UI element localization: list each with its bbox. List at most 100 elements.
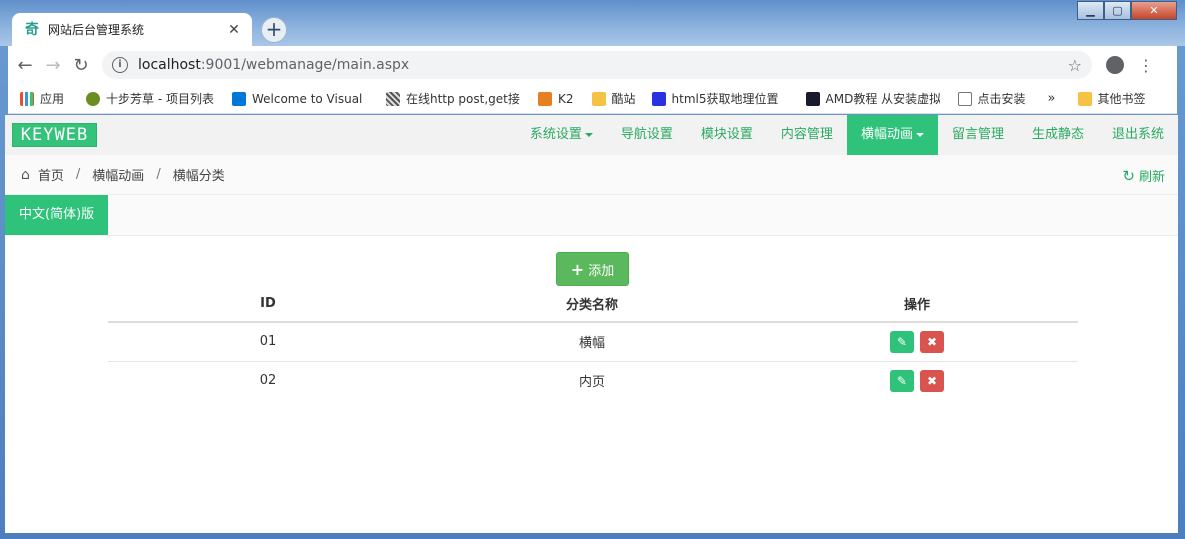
menu-system-settings[interactable]: 系统设置: [516, 115, 607, 155]
menu-label: 模块设置: [700, 127, 753, 142]
cell-ops: ✎ ✖: [756, 322, 1078, 362]
bookmark-other[interactable]: 其他书签: [1077, 90, 1146, 107]
bookmark-label: 在线http post,get接: [405, 92, 520, 106]
bookmark-label: 酷站: [611, 92, 636, 106]
delete-button[interactable]: ✖: [920, 369, 945, 392]
forward-arrow-icon[interactable]: →: [42, 55, 64, 76]
main-menu: 系统设置 导航设置 模块设置 内容管理 横幅动画 留言管理 生成静态 退出系统: [516, 115, 1178, 155]
column-header-name: 分类名称: [428, 286, 756, 323]
bookmark-label: Welcome to Visual: [251, 91, 363, 106]
menu-message-management[interactable]: 留言管理: [938, 115, 1018, 155]
url-host: localhost: [138, 57, 201, 73]
pencil-icon: ✎: [896, 373, 907, 388]
account-avatar-icon[interactable]: [1106, 56, 1124, 74]
bookmark-html5-geo[interactable]: html5获取地理位置: [651, 90, 784, 107]
folder-icon: [1077, 91, 1092, 106]
cell-name: 横幅: [428, 322, 756, 362]
menu-label: 退出系统: [1111, 127, 1164, 142]
menu-generate-static[interactable]: 生成静态: [1018, 115, 1098, 155]
browser-tab[interactable]: 奇 网站后台管理系统 ✕: [12, 13, 252, 46]
pencil-icon: ✎: [896, 334, 907, 349]
address-bar[interactable]: i localhost:9001/webmanage/main.aspx ☆: [102, 51, 1092, 79]
apps-grid-icon: [20, 91, 34, 106]
bookmark-label: html5获取地理位置: [671, 92, 779, 106]
cell-ops: ✎ ✖: [756, 361, 1078, 400]
page-icon: [957, 91, 972, 106]
browser-menu-icon[interactable]: ⋮: [1138, 56, 1154, 75]
bookmark-http-tool[interactable]: 在线http post,get接: [385, 90, 522, 107]
tab-title: 网站后台管理系统: [48, 23, 145, 37]
breadcrumb: ⌂ 首页 / 横幅动画 / 横幅分类 ↻ 刷新: [5, 155, 1178, 195]
edit-button[interactable]: ✎: [889, 369, 914, 392]
column-header-id: ID: [108, 286, 428, 323]
breadcrumb-separator: /: [75, 167, 81, 182]
table-header-row: ID 分类名称 操作: [108, 286, 1078, 323]
add-button[interactable]: + 添加: [556, 252, 629, 286]
cell-id: 01: [108, 322, 428, 362]
close-icon: ✖: [927, 373, 938, 388]
baidu-paw-icon: [651, 91, 666, 106]
language-tabs: 中文(简体)版: [5, 195, 1178, 236]
caret-down-icon: [584, 132, 593, 137]
breadcrumb-banner-animation[interactable]: 横幅动画: [92, 165, 144, 184]
refresh-label: 刷新: [1138, 170, 1165, 185]
bookmark-label: 十步芳草 - 项目列表: [106, 92, 214, 106]
window-controls: ▁ ▢ ✕: [1077, 1, 1177, 20]
menu-label: 生成静态: [1031, 127, 1084, 142]
caret-down-icon: [915, 132, 924, 137]
bookmark-kuzhan[interactable]: 酷站: [591, 90, 636, 107]
category-table: ID 分类名称 操作 01 横幅 ✎ ✖ 02 内页 ✎ ✖: [108, 286, 1078, 400]
breadcrumb-separator: /: [156, 167, 161, 182]
menu-label: 留言管理: [951, 127, 1004, 142]
close-tab-icon[interactable]: ✕: [226, 22, 242, 38]
new-tab-button[interactable]: +: [261, 17, 287, 43]
menu-nav-settings[interactable]: 导航设置: [607, 115, 687, 155]
back-arrow-icon[interactable]: ←: [14, 55, 36, 76]
site-info-icon[interactable]: i: [112, 57, 128, 73]
tab-chinese-simplified[interactable]: 中文(简体)版: [5, 195, 109, 235]
plus-icon: +: [570, 259, 585, 279]
close-window-button[interactable]: ✕: [1131, 1, 1177, 20]
cell-id: 02: [259, 373, 277, 389]
bookmark-label: K2: [557, 91, 574, 106]
bookmark-visual-studio[interactable]: Welcome to Visual: [231, 91, 364, 106]
breadcrumb-banner-category: 横幅分类: [172, 169, 225, 184]
menu-logout[interactable]: 退出系统: [1098, 115, 1178, 155]
refresh-button[interactable]: ↻ 刷新: [1122, 166, 1165, 186]
bookmark-shibufangcao[interactable]: 十步芳草 - 项目列表: [86, 90, 214, 107]
home-icon: ⌂: [21, 166, 30, 183]
menu-banner-animation[interactable]: 横幅动画: [846, 115, 938, 155]
more-bookmarks-icon[interactable]: »: [1048, 91, 1056, 106]
menu-module-settings[interactable]: 模块设置: [687, 115, 767, 155]
bookmark-install[interactable]: 点击安装: [957, 90, 1026, 107]
minimize-button[interactable]: ▁: [1077, 1, 1104, 20]
k2-icon: [537, 91, 552, 106]
menu-label: 系统设置: [529, 127, 582, 142]
delete-button[interactable]: ✖: [920, 330, 945, 353]
close-icon: ✖: [927, 334, 938, 349]
reload-icon[interactable]: ↻: [70, 55, 92, 76]
page-content: KEYWEB 系统设置 导航设置 模块设置 内容管理 横幅动画 留言管理 生成静…: [5, 115, 1178, 533]
bookmark-label: AMD教程 从安装虚拟: [825, 92, 940, 106]
amd-icon: [805, 91, 820, 106]
bookmark-amd[interactable]: AMD教程 从安装虚拟: [805, 90, 940, 107]
url-path: :9001/webmanage/main.aspx: [200, 57, 410, 73]
keyweb-logo[interactable]: KEYWEB: [12, 123, 97, 147]
tree-icon: [86, 91, 101, 106]
edit-button[interactable]: ✎: [889, 330, 914, 353]
breadcrumb-home[interactable]: 首页: [38, 165, 64, 184]
menu-content-management[interactable]: 内容管理: [767, 115, 847, 155]
browser-toolbar: ← → ↻ i localhost:9001/webmanage/main.as…: [8, 46, 1177, 84]
folder-icon: [591, 91, 606, 106]
table-row: 01 横幅 ✎ ✖: [108, 322, 1078, 362]
menu-label: 导航设置: [620, 127, 673, 142]
maximize-button[interactable]: ▢: [1104, 1, 1131, 20]
browser-titlebar: 奇 网站后台管理系统 ✕ + ▁ ▢ ✕: [0, 0, 1185, 46]
bookmark-star-icon[interactable]: ☆: [1068, 56, 1082, 75]
menu-label: 内容管理: [780, 127, 833, 142]
bookmark-k2[interactable]: K2: [537, 91, 574, 106]
top-navbar: KEYWEB 系统设置 导航设置 模块设置 内容管理 横幅动画 留言管理 生成静…: [5, 115, 1178, 155]
column-header-ops: 操作: [756, 286, 1078, 323]
bookmark-apps[interactable]: 应用: [20, 90, 64, 107]
bookmark-label: 其他书签: [1097, 92, 1146, 106]
